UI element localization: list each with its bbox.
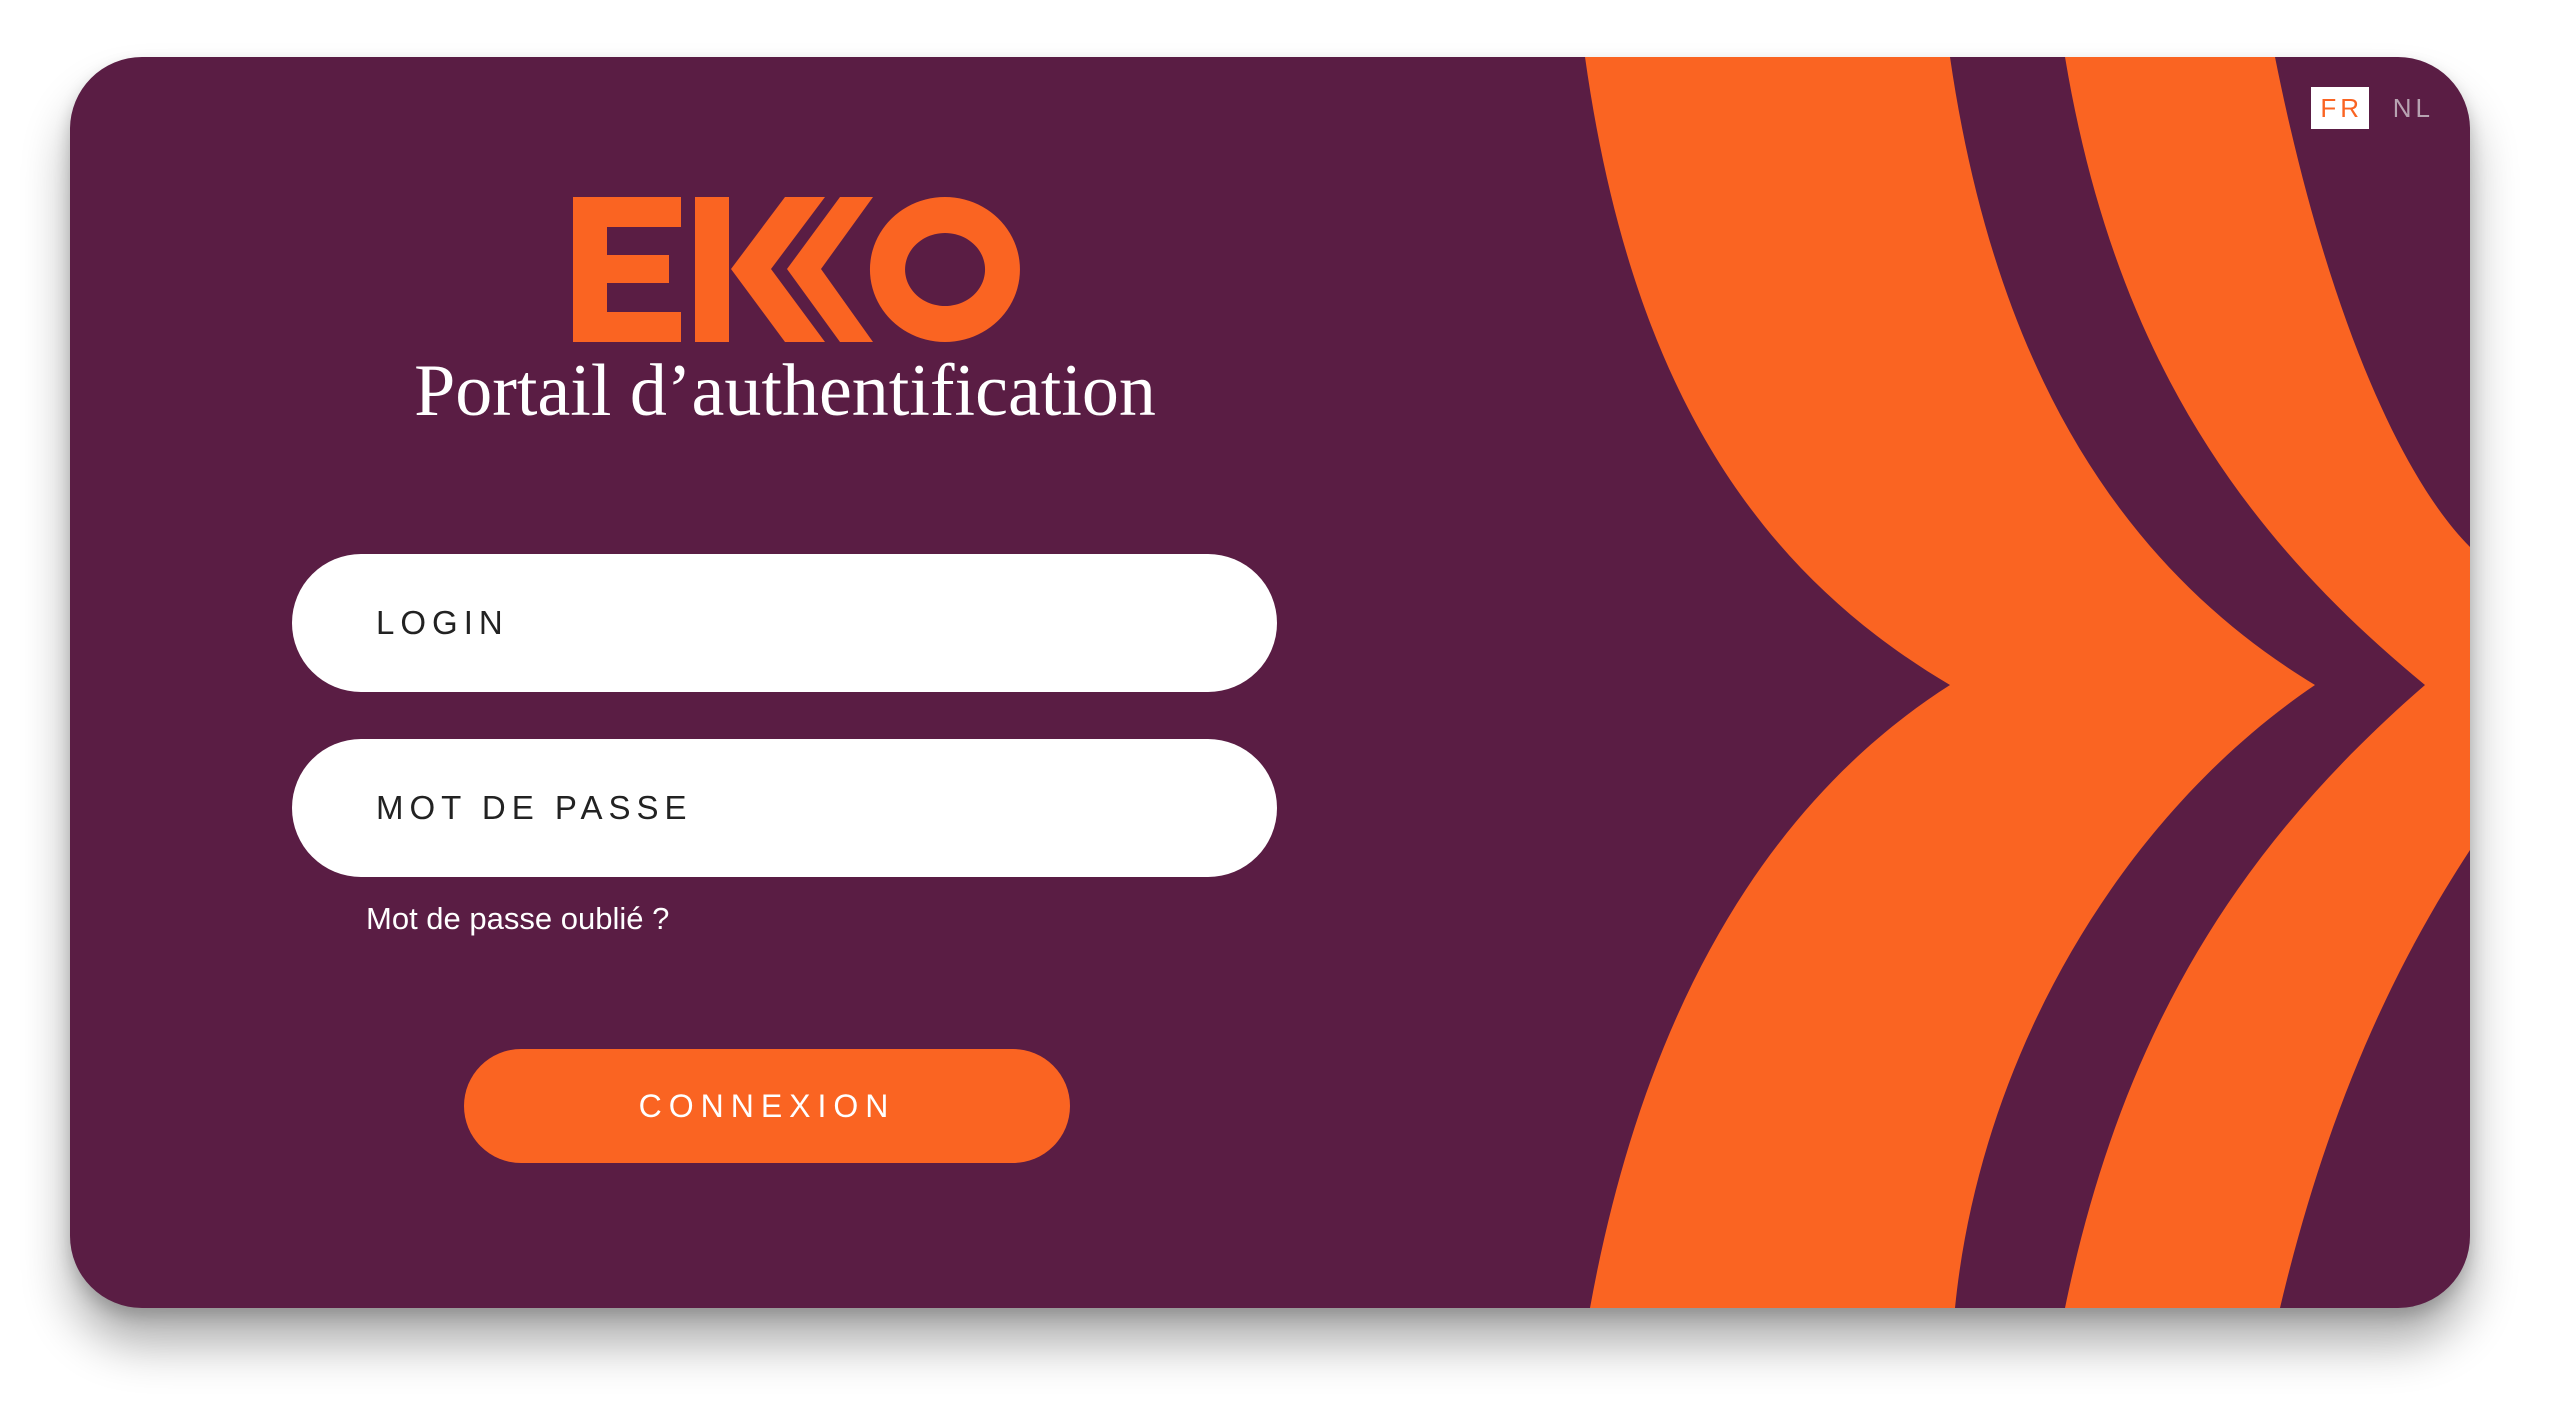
page-subtitle: Portail d’authentification bbox=[414, 350, 1156, 432]
language-nl-button[interactable]: NL bbox=[2393, 93, 2434, 124]
connexion-button[interactable]: CONNEXION bbox=[464, 1049, 1070, 1163]
password-field[interactable] bbox=[292, 739, 1277, 877]
password-input[interactable] bbox=[374, 788, 1277, 828]
language-fr-button[interactable]: FR bbox=[2310, 87, 2369, 129]
language-switcher: FR NL bbox=[2310, 87, 2434, 129]
login-input[interactable] bbox=[374, 603, 1277, 643]
ekko-logo bbox=[573, 197, 1020, 342]
forgot-password-link[interactable]: Mot de passe oublié ? bbox=[366, 901, 669, 937]
login-field[interactable] bbox=[292, 554, 1277, 692]
login-card: FR NL Portail d’authentification Mot de … bbox=[70, 57, 2470, 1308]
